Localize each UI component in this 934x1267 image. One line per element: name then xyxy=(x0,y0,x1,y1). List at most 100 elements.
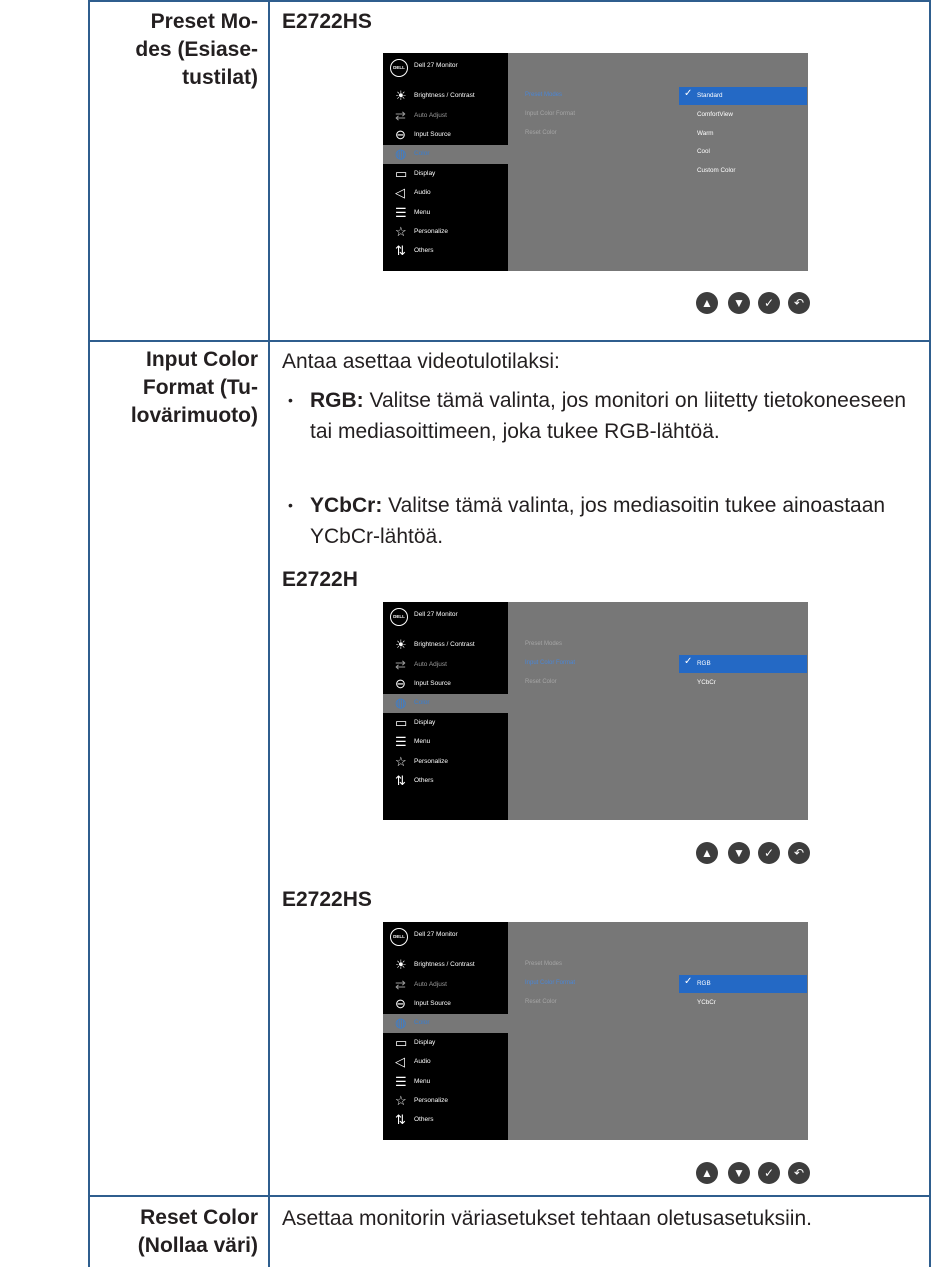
osd-header: DELL Dell 27 Monitor xyxy=(385,924,510,948)
osd-item-input-source: ⊖ Input Source xyxy=(395,996,451,1011)
ok-icon: ✓ xyxy=(758,842,780,864)
row-divider-2 xyxy=(88,1195,931,1197)
auto-adjust-icon: ⇄ xyxy=(395,657,406,672)
color-icon: ◍ xyxy=(395,695,407,710)
bullet-ycbcr: • YCbCr: Valitse tämä valinta, jos media… xyxy=(288,490,912,552)
osd-title: Dell 27 Monitor xyxy=(414,62,458,69)
osd-item-brightness: ☀ Brightness / Contrast xyxy=(395,637,475,652)
auto-adjust-icon: ⇄ xyxy=(395,977,406,992)
input-source-icon: ⊖ xyxy=(395,676,406,691)
osd-item-auto-adjust: ⇄ Auto Adjust xyxy=(395,977,447,992)
nav-buttons-2: ▲ ▼ ✓ ↶ xyxy=(696,842,816,866)
check-icon: ✓ xyxy=(684,656,693,667)
osd-option-rgb: ✓ RGB xyxy=(679,975,807,993)
osd-header: DELL Dell 27 Monitor xyxy=(385,55,510,79)
menu-icon: ☰ xyxy=(395,205,407,220)
osd-sub-input-color-format: Input Color Format xyxy=(525,111,576,117)
model-e2722h-label: E2722H xyxy=(282,568,358,591)
osd-sub-preset-modes: Preset Modes xyxy=(525,961,563,967)
osd-item-others: ⇅ Others xyxy=(395,773,434,788)
osd-screenshot-preset: DELL Dell 27 Monitor ☀ Brightness / Contr… xyxy=(383,53,808,271)
others-icon: ⇅ xyxy=(395,1112,406,1127)
check-icon: ✓ xyxy=(684,88,693,99)
osd-item-audio: ◁ Audio xyxy=(395,185,431,200)
dell-logo: DELL xyxy=(390,928,408,946)
table-border-right xyxy=(929,0,931,1267)
osd-option-rgb: ✓ RGB xyxy=(679,655,807,673)
bullet-rgb: • RGB: Valitse tämä valinta, jos monitor… xyxy=(288,385,912,447)
osd-item-auto-adjust: ⇄ Auto Adjust xyxy=(395,657,447,672)
brightness-icon: ☀ xyxy=(395,88,407,103)
table-border-top xyxy=(88,0,931,2)
color-icon: ◍ xyxy=(395,1015,407,1030)
osd-item-personalize: ☆ Personalize xyxy=(395,224,448,239)
bullet-dot: • xyxy=(288,392,293,408)
osd-option-standard: ✓ Standard xyxy=(679,87,807,105)
personalize-icon: ☆ xyxy=(395,224,407,239)
personalize-icon: ☆ xyxy=(395,754,407,769)
ok-icon: ✓ xyxy=(758,292,780,314)
osd-item-menu: ☰ Menu xyxy=(395,1074,431,1089)
input-color-format-label: Input Color Format (Tu- lovärimuoto) xyxy=(130,348,258,427)
table-border-middle xyxy=(268,0,270,1267)
osd-item-others: ⇅ Others xyxy=(395,243,434,258)
osd-screenshot-format-e2722hs: DELL Dell 27 Monitor ☀ Brightness / Contr… xyxy=(383,922,808,1140)
table-border-left xyxy=(88,0,90,1267)
osd-item-menu: ☰ Menu xyxy=(395,734,431,749)
osd-sub-reset-color: Reset Color xyxy=(525,679,557,685)
osd-item-brightness: ☀ Brightness / Contrast xyxy=(395,957,475,972)
osd-sub-input-color-format: Input Color Format xyxy=(525,980,576,986)
osd-item-personalize: ☆ Personalize xyxy=(395,1093,448,1108)
preset-modes-label: Preset Mo- des (Esiase- tustilat) xyxy=(135,10,258,89)
down-icon: ▼ xyxy=(728,292,750,314)
down-icon: ▼ xyxy=(728,1162,750,1184)
personalize-icon: ☆ xyxy=(395,1093,407,1108)
model-e2722hs-label: E2722HS xyxy=(282,888,372,911)
input-color-intro: Antaa asettaa videotulotilaksi: xyxy=(282,350,560,373)
menu-icon: ☰ xyxy=(395,1074,407,1089)
osd-sub-preset-modes: Preset Modes xyxy=(525,92,563,98)
back-icon: ↶ xyxy=(788,842,810,864)
osd-item-color: ◍ Color xyxy=(383,145,508,164)
osd-sub-preset-modes: Preset Modes xyxy=(525,641,563,647)
brightness-icon: ☀ xyxy=(395,637,407,652)
up-icon: ▲ xyxy=(696,292,718,314)
auto-adjust-icon: ⇄ xyxy=(395,108,406,123)
osd-sub-reset-color: Reset Color xyxy=(525,130,557,136)
osd-item-display: ▭ Display xyxy=(395,715,436,730)
reset-color-text: Asettaa monitorin väriasetukset tehtaan … xyxy=(282,1207,812,1230)
osd-item-personalize: ☆ Personalize xyxy=(395,754,448,769)
osd-item-brightness: ☀ Brightness / Contrast xyxy=(395,88,475,103)
osd-title: Dell 27 Monitor xyxy=(414,611,458,618)
osd-sub-reset-color: Reset Color xyxy=(525,999,557,1005)
back-icon: ↶ xyxy=(788,292,810,314)
others-icon: ⇅ xyxy=(395,243,406,258)
dell-logo: DELL xyxy=(390,608,408,626)
osd-item-display: ▭ Display xyxy=(395,1035,436,1050)
menu-icon: ☰ xyxy=(395,734,407,749)
osd-option-ycbcr: YCbCr xyxy=(697,679,716,686)
osd-item-input-source: ⊖ Input Source xyxy=(395,127,451,142)
audio-icon: ◁ xyxy=(395,1054,405,1069)
osd-title: Dell 27 Monitor xyxy=(414,931,458,938)
input-source-icon: ⊖ xyxy=(395,996,406,1011)
osd-item-input-source: ⊖ Input Source xyxy=(395,676,451,691)
osd-item-menu: ☰ Menu xyxy=(395,205,431,220)
osd-item-display: ▭ Display xyxy=(395,166,436,181)
ok-icon: ✓ xyxy=(758,1162,780,1184)
osd-item-color: ◍ Color xyxy=(383,1014,508,1033)
dell-logo: DELL xyxy=(390,59,408,77)
color-icon: ◍ xyxy=(395,146,407,161)
up-icon: ▲ xyxy=(696,1162,718,1184)
osd-option-cool: Cool xyxy=(697,148,710,155)
osd-header: DELL Dell 27 Monitor xyxy=(385,604,510,628)
osd-option-comfortview: ComfortView xyxy=(697,111,733,118)
osd-option-custom-color: Custom Color xyxy=(697,167,736,174)
display-icon: ▭ xyxy=(395,1035,408,1050)
osd-screenshot-format-e2722h: DELL Dell 27 Monitor ☀ Brightness / Contr… xyxy=(383,602,808,820)
audio-icon: ◁ xyxy=(395,185,405,200)
nav-buttons-3: ▲ ▼ ✓ ↶ xyxy=(696,1162,816,1186)
osd-option-warm: Warm xyxy=(697,130,714,137)
osd-item-auto-adjust: ⇄ Auto Adjust xyxy=(395,108,447,123)
reset-color-label: Reset Color (Nollaa väri) xyxy=(137,1206,258,1257)
